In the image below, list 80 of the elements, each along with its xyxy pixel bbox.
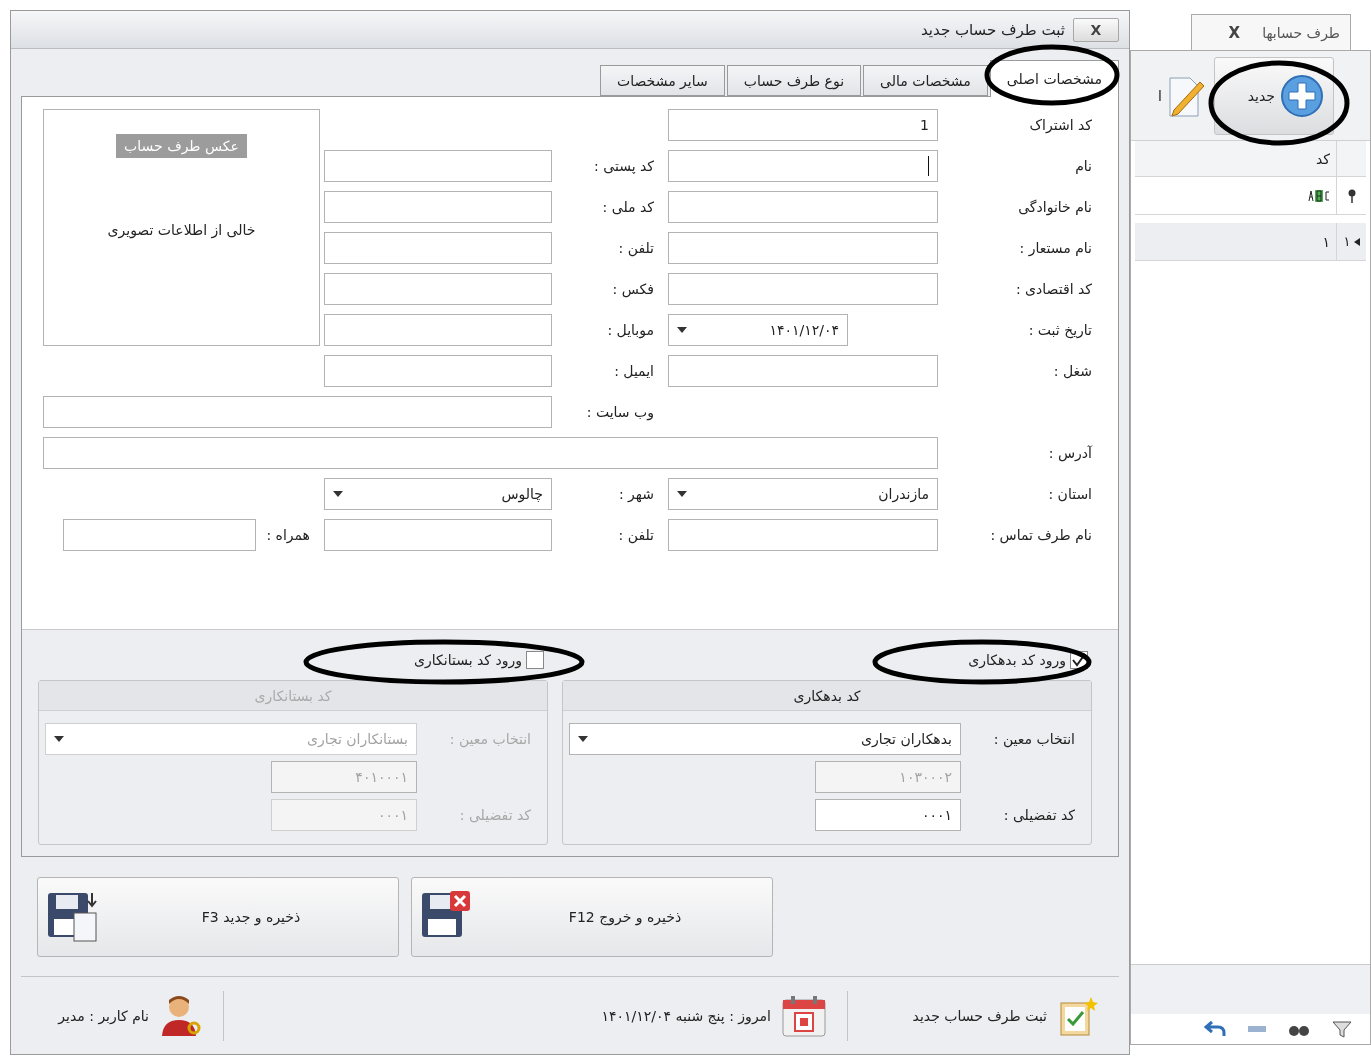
dropdown-field[interactable]: ۱۴۰۱/۱۲/۰۴: [668, 314, 848, 346]
pin-icon: [1346, 188, 1357, 203]
field-label: تلفن :: [617, 239, 655, 259]
text-field[interactable]: [324, 191, 552, 223]
field-label: تلفن :: [617, 526, 655, 546]
field-label: آدرس :: [1047, 444, 1094, 464]
text-field[interactable]: [324, 355, 552, 387]
dropdown-arrow-icon: [333, 491, 343, 497]
field-label: نام: [1074, 157, 1093, 176]
close-button[interactable]: X: [1073, 17, 1119, 42]
field-label: کد پستی :: [593, 157, 655, 176]
field-label: ایمیل :: [613, 362, 655, 381]
field-label: کد ملی :: [601, 198, 655, 217]
text-field[interactable]: [324, 519, 552, 551]
undo-icon: [1204, 1020, 1226, 1038]
field-label: همراه :: [266, 527, 311, 543]
close-button[interactable]: X: [1228, 23, 1241, 42]
save-exit-button[interactable]: ذخیره و خروج F12: [411, 877, 773, 957]
field-label: نام طرف تماس :: [989, 526, 1093, 546]
tab[interactable]: مشخصات مالی: [863, 65, 988, 96]
dropdown-field[interactable]: چالوس: [324, 478, 552, 510]
text-field[interactable]: [668, 191, 938, 223]
field-label: وب سایت :: [585, 403, 655, 423]
minus-icon: [1248, 1025, 1266, 1033]
text-field[interactable]: 1: [668, 109, 938, 141]
group-title: کد بدهکاری: [563, 681, 1091, 711]
field-label: فکس :: [611, 280, 655, 300]
checkbox[interactable]: [526, 651, 544, 669]
text-field[interactable]: [43, 437, 938, 469]
text-field[interactable]: [324, 314, 552, 346]
field-label: کد اشتراک: [1028, 116, 1093, 135]
field-label: استان :: [1047, 485, 1093, 504]
field-label: نام مستعار :: [1018, 239, 1093, 259]
text-field[interactable]: [668, 273, 938, 305]
checkbox-label[interactable]: ورود کد بستانکاری: [414, 652, 522, 668]
empty-photo-text: خالی از اطلاعات تصویری: [107, 222, 256, 238]
dropdown-field[interactable]: بدهکاران تجاری: [569, 723, 961, 755]
dropdown-arrow-icon: [578, 736, 588, 742]
text-field[interactable]: [43, 396, 552, 428]
new-button[interactable]: جدید: [1214, 56, 1334, 135]
dropdown-field[interactable]: مازندران: [668, 478, 938, 510]
text-field[interactable]: [63, 519, 257, 551]
field-label: کد تفضیلی :: [1002, 807, 1076, 823]
field-label: انتخاب معین :: [992, 731, 1076, 747]
status-text: ثبت طرف حساب جدید: [912, 1007, 1047, 1024]
dropdown-arrow-icon: [677, 491, 687, 497]
dropdown-arrow-icon: [54, 736, 64, 742]
field-label: تاریخ ثبت :: [1027, 321, 1093, 341]
user-icon: [159, 993, 203, 1038]
field-label: شغل :: [1052, 362, 1093, 381]
text-field[interactable]: [668, 519, 938, 551]
text-field[interactable]: [324, 232, 552, 264]
tab[interactable]: سایر مشخصات: [600, 65, 725, 96]
group-title: کد بستانکاری: [39, 681, 547, 711]
checkbox-label[interactable]: ورود کد بدهکاری: [968, 652, 1066, 668]
field-label: موبایل :: [606, 321, 655, 341]
window-title: ثبت طرف حساب جدید: [920, 20, 1065, 39]
text-field[interactable]: [668, 232, 938, 264]
save-new-button[interactable]: ذخیره و جدید F3: [37, 877, 399, 957]
field-label: نام خانوادگی: [1017, 198, 1093, 218]
status-text: امروز : پنج شنبه ۱۴۰۱/۱۲/۰۴: [601, 1007, 771, 1024]
field-label: کد اقتصادی :: [1014, 280, 1093, 299]
table-cell-text: ۱: [1321, 232, 1331, 252]
text-field[interactable]: [324, 150, 552, 182]
calendar-icon: [781, 993, 827, 1038]
text-field[interactable]: [324, 273, 552, 305]
edit-button[interactable]: ا: [1158, 71, 1206, 120]
dropdown-arrow-icon: [677, 327, 687, 333]
field-label: شهر :: [617, 485, 655, 505]
text-filter-icon: [1308, 189, 1330, 202]
plus-icon: [1279, 72, 1325, 119]
text-field[interactable]: [668, 150, 938, 182]
field-label: انتخاب معین :: [448, 731, 532, 747]
status-text: نام کاربر : مدیر: [58, 1007, 149, 1024]
funnel-icon: [1332, 1020, 1352, 1038]
text-field[interactable]: [668, 355, 938, 387]
text-field[interactable]: ۰۰۰۱: [815, 799, 961, 831]
row-indicator: ۱: [1336, 223, 1366, 260]
tab[interactable]: نوع طرف حساب: [726, 65, 862, 96]
field-label: کد تفضیلی :: [458, 807, 532, 823]
